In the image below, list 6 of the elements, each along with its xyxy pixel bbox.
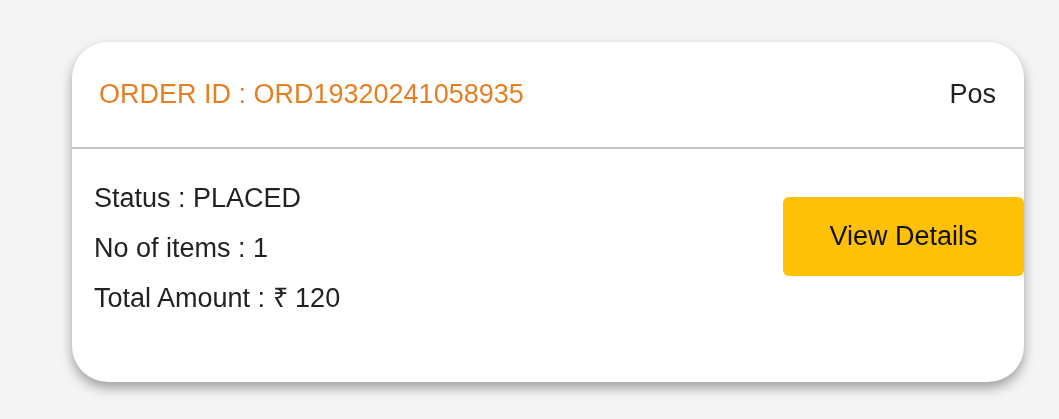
view-details-button[interactable]: View Details <box>783 197 1024 276</box>
header-label: Pos <box>949 79 996 110</box>
order-detail: Total Amount : ₹ 120 <box>94 282 341 315</box>
order-id: ORDER ID : ORD19320241058935 <box>99 79 524 110</box>
order-detail: Status : PLACED <box>94 182 302 215</box>
order-detail: No of items : 1 <box>94 232 269 265</box>
